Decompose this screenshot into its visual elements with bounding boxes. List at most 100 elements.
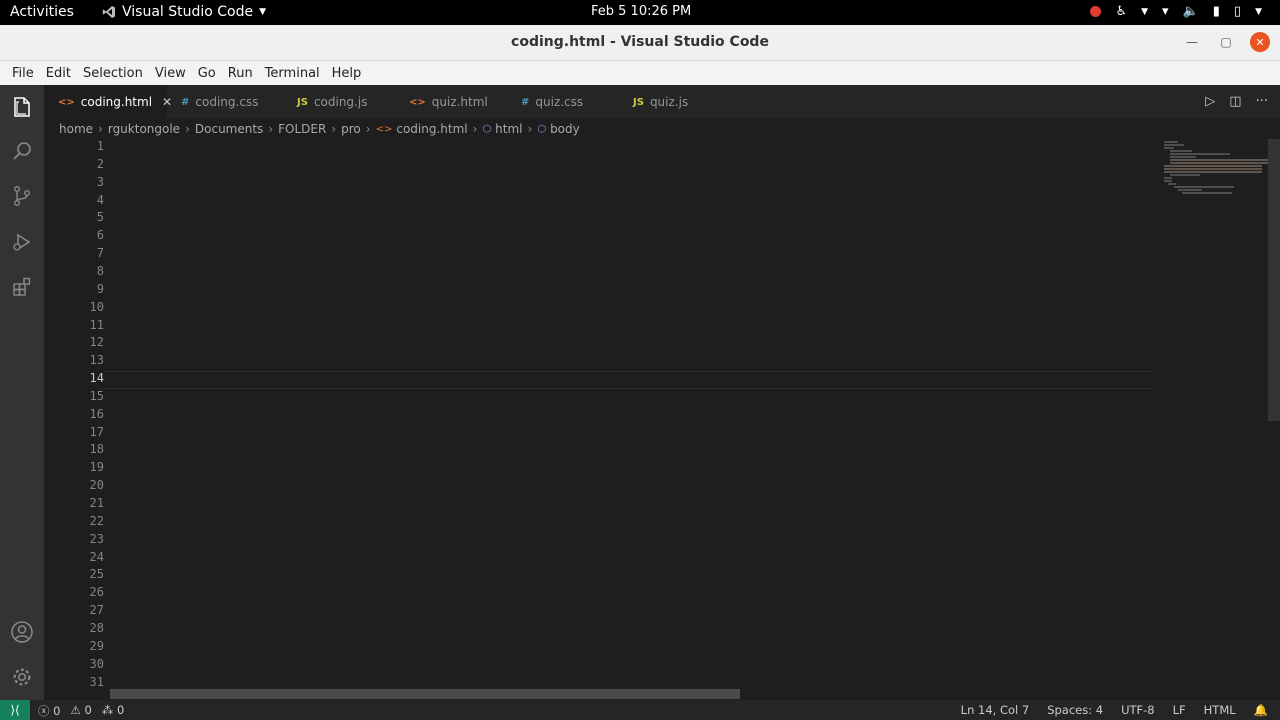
wifi-icon[interactable]: ▾ [1162, 4, 1169, 19]
indentation[interactable]: Spaces: 4 [1047, 703, 1103, 717]
breadcrumb-item[interactable]: pro [341, 122, 361, 136]
app-name: Visual Studio Code [122, 4, 254, 20]
line-number[interactable]: 13 [44, 353, 104, 367]
breadcrumb: home › rguktongole › Documents › FOLDER › pr… [44, 119, 1280, 139]
line-number[interactable]: 7 [44, 246, 104, 260]
ports-count[interactable]: ⁂ 0 [102, 703, 124, 719]
line-number[interactable]: 3 [44, 175, 104, 189]
horizontal-scrollbar[interactable] [110, 689, 740, 699]
tab-coding-js[interactable]: JS coding.js [283, 85, 395, 119]
minimize-button[interactable]: — [1182, 32, 1202, 52]
window-controls: — ▢ ✕ [1182, 32, 1270, 52]
menu-selection[interactable]: Selection [77, 66, 149, 81]
errors-count[interactable]: ⓧ 0 [38, 703, 60, 719]
settings-gear-icon[interactable] [8, 663, 36, 691]
error-icon: ⓧ [38, 704, 50, 718]
line-number[interactable]: 30 [44, 657, 104, 671]
tab-quiz-html[interactable]: <> quiz.html [395, 85, 507, 119]
breadcrumb-item[interactable]: FOLDER [278, 122, 326, 136]
remote-indicator-icon[interactable]: ⟩⟨ [0, 700, 30, 720]
line-number[interactable]: 19 [44, 460, 104, 474]
line-number[interactable]: 14 [44, 371, 104, 385]
split-editor-icon[interactable]: ◫ [1229, 94, 1241, 109]
menu-run[interactable]: Run [222, 66, 259, 81]
breadcrumb-item[interactable]: rguktongole [108, 122, 180, 136]
tab-label: coding.js [313, 95, 368, 109]
tab-coding-html[interactable]: <> coding.html ✕ [44, 85, 172, 119]
vscode-icon [102, 6, 115, 18]
breadcrumb-item[interactable]: coding.html [396, 122, 467, 136]
activities-button[interactable]: Activities [10, 4, 74, 20]
menu-view[interactable]: View [149, 66, 192, 81]
breadcrumb-item[interactable]: Documents [195, 122, 263, 136]
encoding[interactable]: UTF-8 [1121, 703, 1155, 717]
explorer-icon[interactable] [8, 93, 36, 121]
account-icon[interactable] [8, 618, 36, 646]
line-number[interactable]: 12 [44, 335, 104, 349]
app-menu[interactable]: Visual Studio Code ▼ [102, 4, 266, 20]
menu-go[interactable]: Go [192, 66, 222, 81]
tab-coding-css[interactable]: # coding.css [167, 85, 283, 119]
extensions-icon[interactable] [8, 273, 36, 301]
language-mode[interactable]: HTML [1204, 703, 1236, 717]
warnings-count[interactable]: ⚠ 0 [70, 703, 91, 719]
more-actions-icon[interactable]: ··· [1256, 94, 1268, 109]
line-number[interactable]: 2 [44, 157, 104, 171]
chevron-down-icon[interactable]: ▼ [1255, 7, 1262, 17]
line-number[interactable]: 10 [44, 300, 104, 314]
run-debug-icon[interactable] [8, 228, 36, 256]
line-number[interactable]: 17 [44, 425, 104, 439]
maximize-button[interactable]: ▢ [1216, 32, 1236, 52]
line-number[interactable]: 22 [44, 514, 104, 528]
accessibility-icon[interactable]: ♿ [1115, 4, 1127, 19]
problems-indicator[interactable]: ⓧ 0 ⚠ 0 ⁂ 0 [38, 703, 124, 719]
line-number[interactable]: 5 [44, 210, 104, 224]
end-of-line[interactable]: LF [1173, 703, 1186, 717]
line-number[interactable]: 29 [44, 639, 104, 653]
menu-help[interactable]: Help [326, 66, 368, 81]
line-number[interactable]: 23 [44, 532, 104, 546]
line-number[interactable]: 21 [44, 496, 104, 510]
battery-icon[interactable]: ▯ [1234, 4, 1241, 19]
menu-file[interactable]: File [6, 66, 40, 81]
breadcrumb-item[interactable]: body [550, 122, 580, 136]
notifications-bell-icon[interactable]: 🔔 [1254, 703, 1268, 717]
line-number[interactable]: 20 [44, 478, 104, 492]
line-number[interactable]: 6 [44, 228, 104, 242]
line-number[interactable]: 16 [44, 407, 104, 421]
volume-icon[interactable]: 🔈 [1183, 4, 1199, 19]
microphone-icon[interactable]: ▮ [1213, 4, 1220, 19]
cursor-position[interactable]: Ln 14, Col 7 [961, 703, 1030, 717]
line-number[interactable]: 31 [44, 675, 104, 688]
clock[interactable]: Feb 5 10:26 PM [591, 4, 691, 19]
line-number[interactable]: 27 [44, 603, 104, 617]
line-number[interactable]: 9 [44, 282, 104, 296]
line-number[interactable]: 24 [44, 550, 104, 564]
run-play-icon[interactable]: ▷ [1205, 94, 1215, 109]
tab-quiz-css[interactable]: # quiz.css [507, 85, 619, 119]
menu-edit[interactable]: Edit [40, 66, 77, 81]
search-icon[interactable] [8, 137, 36, 165]
source-control-icon[interactable] [8, 182, 36, 210]
code-editor[interactable]: 1 2 3 4 5 6 7 8 9 10 11 12 13 14 15 16 17 18 19 20 21 22 23 24 2… [44, 139, 1280, 687]
tab-quiz-js[interactable]: JS quiz.js [619, 85, 731, 119]
menu-terminal[interactable]: Terminal [259, 66, 326, 81]
line-number[interactable]: 26 [44, 585, 104, 599]
chevron-down-icon[interactable]: ▼ [1141, 7, 1148, 17]
line-number[interactable]: 11 [44, 318, 104, 332]
vertical-scrollbar[interactable] [1268, 139, 1280, 421]
breadcrumb-item[interactable]: html [495, 122, 522, 136]
line-number[interactable]: 4 [44, 193, 104, 207]
line-number[interactable]: 1 [44, 139, 104, 153]
line-number[interactable]: 28 [44, 621, 104, 635]
line-number[interactable]: 18 [44, 442, 104, 456]
close-button[interactable]: ✕ [1250, 32, 1270, 52]
system-tray[interactable]: ♿ ▼ ▾ 🔈 ▮ ▯ ▼ [1090, 4, 1262, 19]
breadcrumb-item[interactable]: home [59, 122, 93, 136]
line-number[interactable]: 8 [44, 264, 104, 278]
line-number[interactable]: 25 [44, 567, 104, 581]
line-number[interactable]: 15 [44, 389, 104, 403]
status-right: Ln 14, Col 7 Spaces: 4 UTF-8 LF HTML 🔔 [961, 703, 1268, 717]
minimap[interactable] [1160, 139, 1268, 199]
recording-icon[interactable] [1090, 6, 1102, 17]
